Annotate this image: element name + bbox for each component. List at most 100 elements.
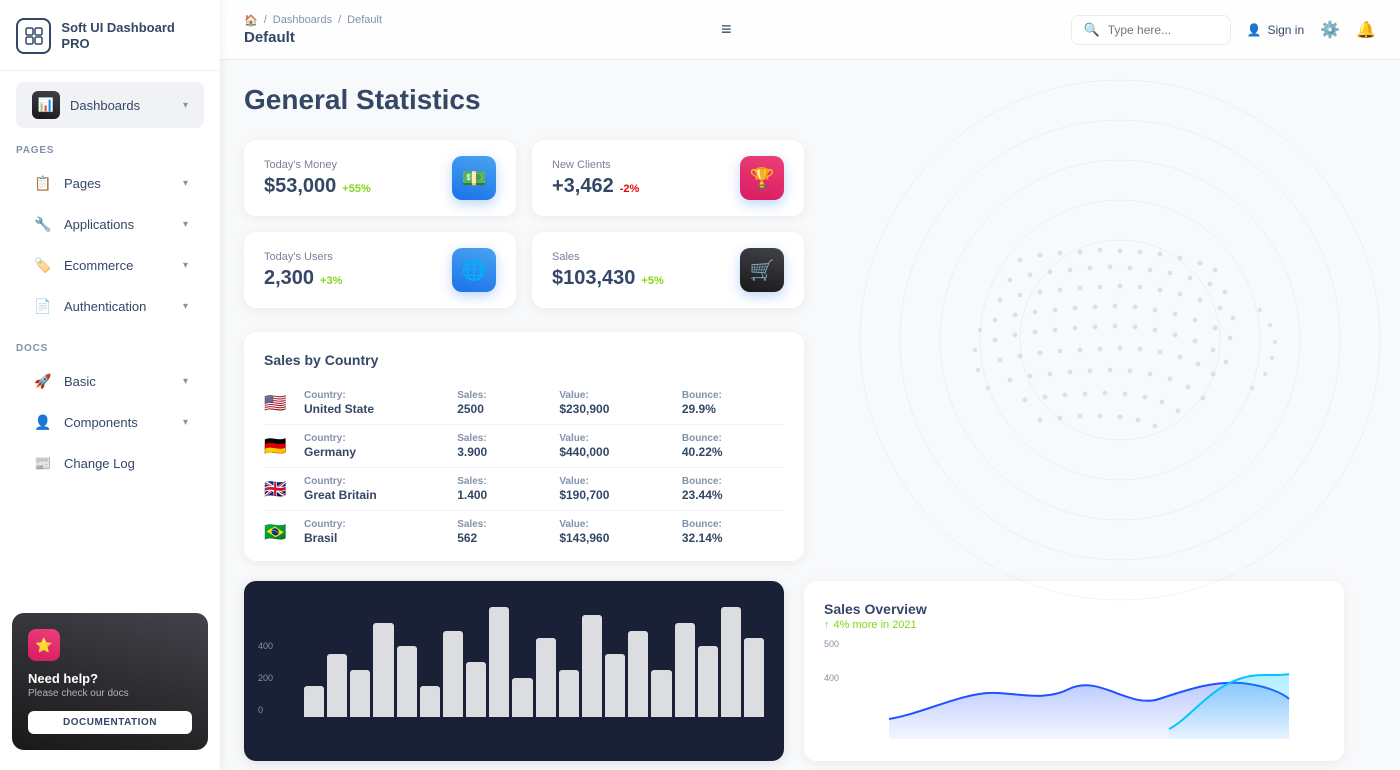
bar	[559, 670, 579, 717]
dashboards-icon: 📊	[32, 91, 60, 119]
bar	[373, 623, 393, 717]
bar	[489, 607, 509, 717]
bar	[698, 646, 718, 717]
applications-chevron: ▾	[183, 219, 188, 230]
search-box[interactable]: 🔍	[1071, 15, 1231, 45]
sidebar-item-changelog-label: Change Log	[64, 456, 135, 471]
sidebar-item-changelog[interactable]: 📰 Change Log	[16, 443, 204, 483]
app-name: Soft UI Dashboard PRO	[61, 20, 204, 51]
stat-value-sales: $103,430	[552, 267, 635, 290]
stat-card-users: Today's Users 2,300 +3% 🌐	[244, 232, 516, 308]
stat-icon-clients: 🏆	[740, 156, 784, 200]
value-usa: $230,900	[559, 402, 682, 416]
bar	[721, 607, 741, 717]
bottom-charts-grid: 400 200 0 Sales Overview ↑ 4% more in 20…	[244, 581, 1344, 761]
page-title: Default	[244, 29, 382, 46]
country-table: 🇺🇸 Country: United State Sales: 2500 Val…	[264, 382, 784, 553]
stat-change-sales: +5%	[641, 275, 663, 287]
dashboards-chevron: ▾	[183, 100, 188, 111]
bar	[536, 638, 556, 717]
sidebar-section-pages: PAGES	[0, 129, 220, 162]
authentication-chevron: ▾	[183, 301, 188, 312]
bar	[744, 638, 764, 717]
sales-col-label: Sales:	[457, 390, 559, 401]
sidebar-item-basic-label: Basic	[64, 374, 96, 389]
bar	[605, 654, 625, 717]
bar	[582, 615, 602, 717]
stat-label-sales: Sales	[552, 251, 664, 263]
header: 🏠 / Dashboards / Default Default ≡ 🔍 👤 S…	[220, 0, 1400, 60]
sales-overview-change: 4% more in 2021	[834, 619, 917, 631]
bar-chart-y-labels: 400 200 0	[258, 641, 273, 715]
main-content: 🏠 / Dashboards / Default Default ≡ 🔍 👤 S…	[220, 0, 1400, 770]
sidebar-item-basic[interactable]: 🚀 Basic ▾	[16, 361, 204, 401]
sidebar-item-authentication[interactable]: 📄 Authentication ▾	[16, 286, 204, 326]
sidebar-item-authentication-label: Authentication	[64, 299, 146, 314]
breadcrumb-current: Default	[347, 14, 382, 26]
bar	[350, 670, 370, 717]
bar	[304, 686, 324, 717]
settings-icon[interactable]: ⚙️	[1320, 20, 1340, 40]
stat-icon-users: 🌐	[452, 248, 496, 292]
applications-icon: 🔧	[32, 213, 54, 235]
sidebar-logo: Soft UI Dashboard PRO	[0, 0, 220, 71]
breadcrumb: 🏠 / Dashboards / Default Default	[244, 14, 382, 46]
sidebar-item-components[interactable]: 👤 Components ▾	[16, 402, 204, 442]
search-input[interactable]	[1108, 23, 1208, 37]
bar	[651, 670, 671, 717]
home-icon[interactable]: 🏠	[244, 14, 258, 27]
stats-grid: Today's Money $53,000 +55% 💵 New Clients…	[244, 140, 804, 308]
stat-icon-sales: 🛒	[740, 248, 784, 292]
hamburger-button[interactable]: ≡	[717, 15, 736, 44]
stat-icon-money: 💵	[452, 156, 496, 200]
table-row: 🇧🇷 Country: Brasil Sales: 562 Value: $14…	[264, 511, 784, 553]
help-star-icon: ⭐	[28, 629, 60, 661]
stat-change-money: +55%	[342, 183, 370, 195]
table-row: 🇩🇪 Country: Germany Sales: 3.900 Value: …	[264, 425, 784, 468]
sales-overview-title: Sales Overview	[824, 601, 1324, 617]
ecommerce-icon: 🏷️	[32, 254, 54, 276]
authentication-icon: 📄	[32, 295, 54, 317]
sidebar-item-dashboards[interactable]: 📊 Dashboards ▾	[16, 82, 204, 128]
help-title: Need help?	[28, 671, 192, 686]
value-col-label: Value:	[559, 390, 682, 401]
stat-value-users: 2,300	[264, 267, 314, 290]
breadcrumb-nav: 🏠 / Dashboards / Default	[244, 14, 382, 27]
table-row: 🇺🇸 Country: United State Sales: 2500 Val…	[264, 382, 784, 425]
sidebar-item-components-label: Components	[64, 415, 138, 430]
bar	[466, 662, 486, 717]
flag-de: 🇩🇪	[264, 436, 304, 457]
pages-icon: 📋	[32, 172, 54, 194]
sign-in-label: Sign in	[1267, 23, 1304, 37]
sidebar-item-ecommerce[interactable]: 🏷️ Ecommerce ▾	[16, 245, 204, 285]
changelog-icon: 📰	[32, 452, 54, 474]
notifications-icon[interactable]: 🔔	[1356, 20, 1376, 40]
table-row: 🇬🇧 Country: Great Britain Sales: 1.400 V…	[264, 468, 784, 511]
documentation-button[interactable]: DOCUMENTATION	[28, 711, 192, 734]
bar	[628, 631, 648, 717]
stat-card-sales: Sales $103,430 +5% 🛒	[532, 232, 804, 308]
sales-overview-card: Sales Overview ↑ 4% more in 2021 500 400	[804, 581, 1344, 761]
sidebar-section-docs: DOCS	[0, 327, 220, 360]
general-statistics-title: General Statistics	[244, 84, 1376, 116]
sidebar-item-applications[interactable]: 🔧 Applications ▾	[16, 204, 204, 244]
breadcrumb-dashboards[interactable]: Dashboards	[273, 14, 332, 26]
sidebar-item-pages-label: Pages	[64, 176, 101, 191]
bar	[675, 623, 695, 717]
breadcrumb-separator-2: /	[338, 14, 341, 26]
breadcrumb-separator-1: /	[264, 14, 267, 26]
bar-chart-card: 400 200 0	[244, 581, 784, 761]
stat-value-clients: +3,462	[552, 175, 614, 198]
sidebar-item-dashboards-label: Dashboards	[70, 98, 140, 113]
sign-in-action[interactable]: 👤 Sign in	[1247, 23, 1305, 37]
help-subtitle: Please check our docs	[28, 688, 192, 699]
flag-usa: 🇺🇸	[264, 393, 304, 414]
basic-icon: 🚀	[32, 370, 54, 392]
sidebar-item-pages[interactable]: 📋 Pages ▾	[16, 163, 204, 203]
country-name-usa: United State	[304, 402, 457, 416]
sidebar: Soft UI Dashboard PRO 📊 Dashboards ▾ PAG…	[0, 0, 220, 770]
flag-gb: 🇬🇧	[264, 479, 304, 500]
sales-by-country-card: Sales by Country 🇺🇸 Country: United Stat…	[244, 332, 804, 561]
bar	[512, 678, 532, 717]
stat-change-users: +3%	[320, 275, 342, 287]
